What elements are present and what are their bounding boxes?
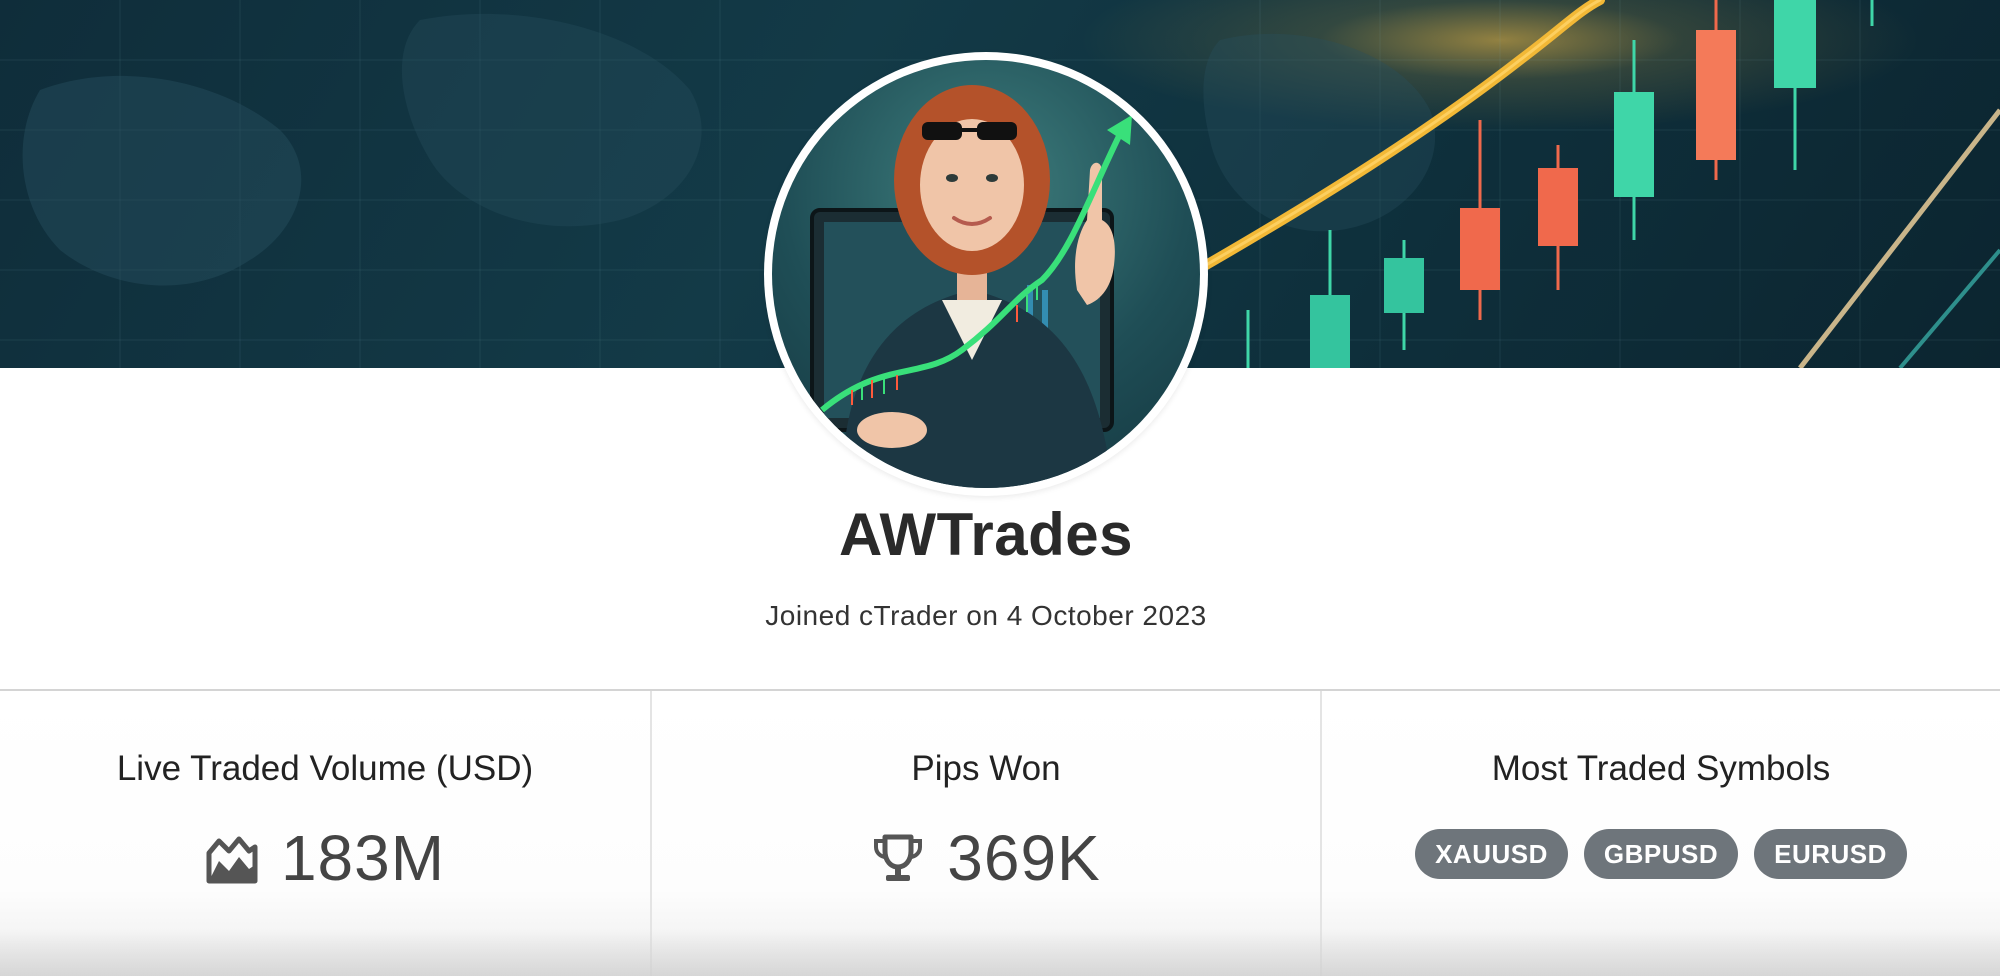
volume-chart-icon bbox=[205, 831, 259, 885]
stat-value: 369K bbox=[947, 822, 1101, 894]
profile-username: AWTrades bbox=[838, 501, 1134, 568]
stats-panel: Live Traded Volume (USD) 183M Pips Won 3… bbox=[0, 691, 2000, 976]
symbol-chips: XAUUSD GBPUSD EURUSD bbox=[1322, 829, 2000, 879]
stat-value: 183M bbox=[280, 822, 446, 894]
symbol-chip-xauusd[interactable]: XAUUSD bbox=[1415, 829, 1568, 879]
stat-value-row: 183M bbox=[0, 821, 650, 895]
trophy-icon bbox=[871, 831, 925, 885]
stat-most-traded-symbols: Most Traded Symbols XAUUSD GBPUSD EURUSD bbox=[1320, 691, 2000, 976]
symbol-chip-eurusd[interactable]: EURUSD bbox=[1754, 829, 1907, 879]
avatar[interactable] bbox=[764, 52, 1208, 496]
stat-title: Most Traded Symbols bbox=[1491, 749, 1831, 788]
trader-portrait-illustration bbox=[810, 85, 1132, 488]
avatar-image bbox=[772, 60, 1200, 488]
profile-join-date: Joined cTrader on 4 October 2023 bbox=[765, 600, 1207, 631]
profile-page: AWTrades Joined cTrader on 4 October 202… bbox=[0, 0, 2000, 976]
stat-title: Pips Won bbox=[911, 749, 1061, 788]
stat-title: Live Traded Volume (USD) bbox=[116, 749, 534, 788]
symbol-chip-gbpusd[interactable]: GBPUSD bbox=[1583, 829, 1739, 879]
stat-pips-won: Pips Won 369K bbox=[650, 691, 1320, 976]
stat-live-volume: Live Traded Volume (USD) 183M bbox=[0, 691, 650, 976]
stat-value-row: 369K bbox=[652, 821, 1320, 895]
